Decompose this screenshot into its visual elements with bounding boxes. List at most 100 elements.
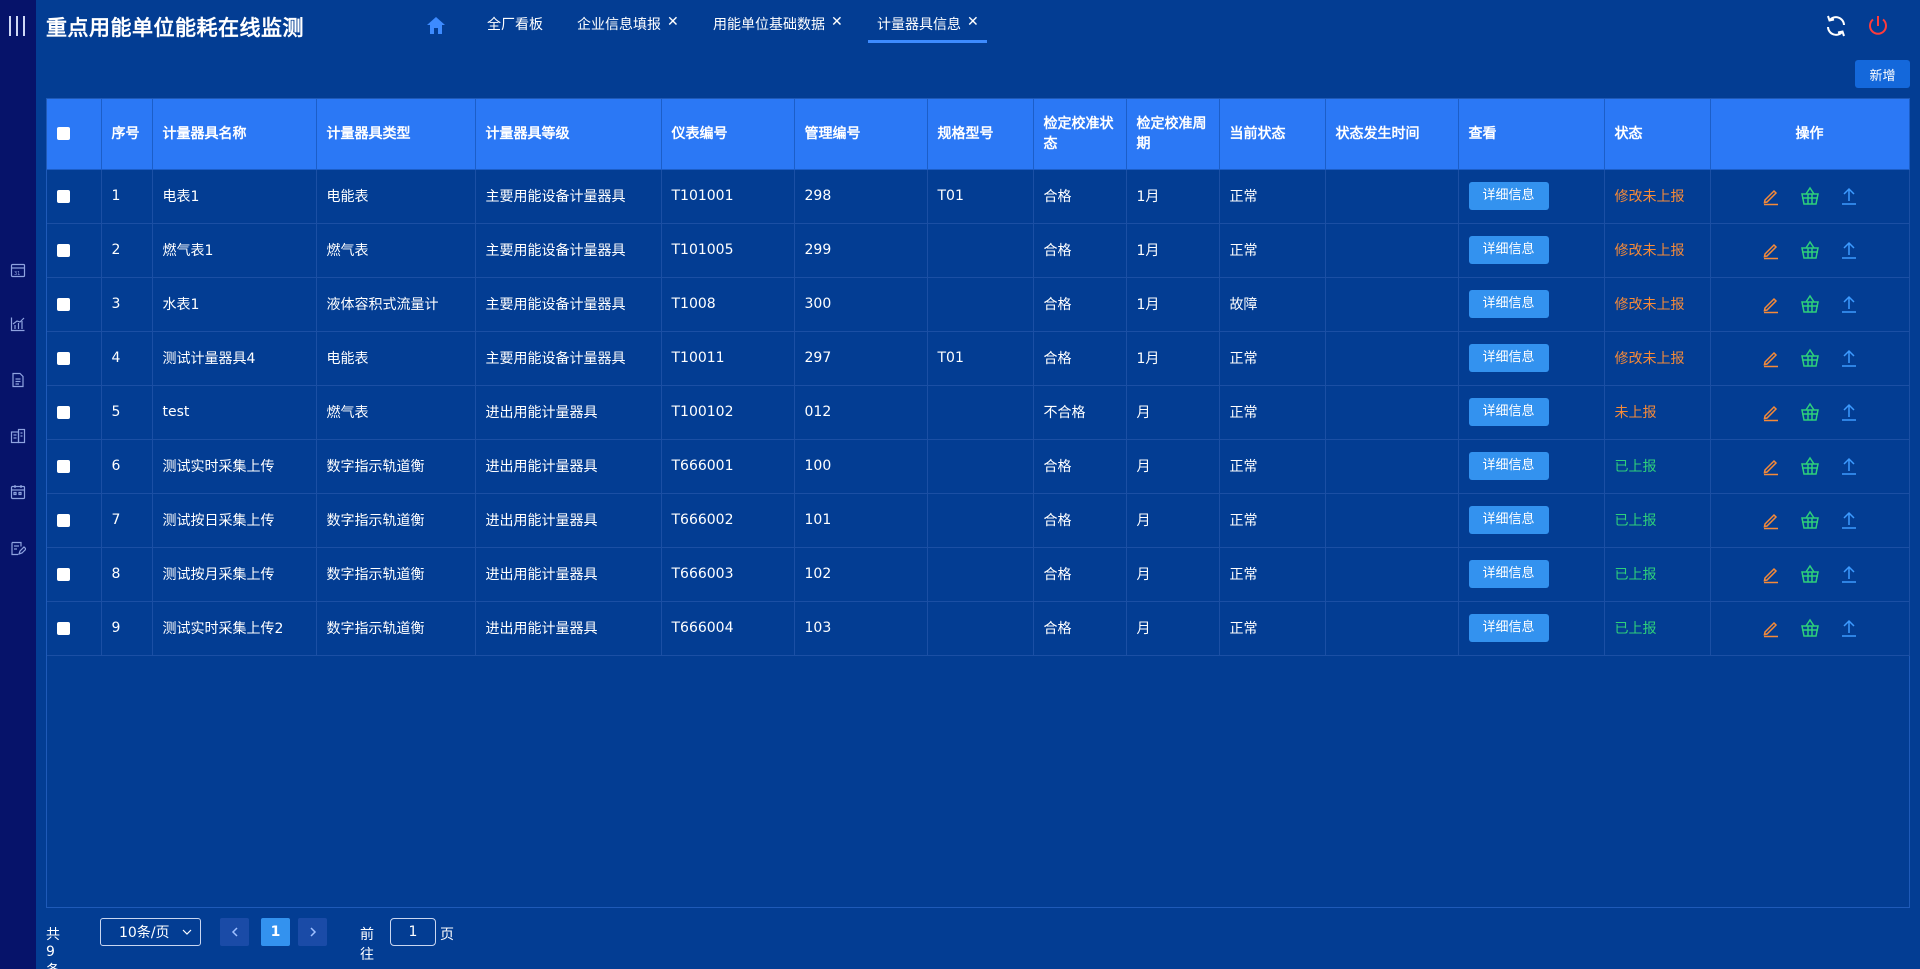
view-cell: 详细信息: [1458, 169, 1605, 224]
upload-icon[interactable]: [1839, 510, 1859, 530]
edit-icon[interactable]: [1761, 564, 1781, 584]
calendar-31-icon[interactable]: 31: [10, 262, 26, 278]
row-select-cell[interactable]: [47, 385, 102, 440]
row-checkbox[interactable]: [57, 459, 70, 473]
select-all-checkbox[interactable]: [57, 127, 70, 141]
goto-page-input[interactable]: [390, 918, 436, 946]
page-number-current[interactable]: 1: [261, 918, 290, 946]
next-page-button[interactable]: [298, 918, 327, 946]
cell-calib-status: 合格: [1033, 493, 1127, 548]
edit-icon[interactable]: [1761, 348, 1781, 368]
document-icon[interactable]: [10, 372, 26, 388]
row-checkbox[interactable]: [57, 513, 70, 527]
calendar-icon[interactable]: [10, 484, 26, 500]
edit-icon[interactable]: [1761, 456, 1781, 476]
edit-icon[interactable]: [1761, 186, 1781, 206]
row-checkbox[interactable]: [57, 189, 70, 203]
cell-name: 测试实时采集上传2: [152, 601, 317, 656]
detail-button[interactable]: 详细信息: [1468, 452, 1549, 480]
detail-button[interactable]: 详细信息: [1468, 182, 1549, 210]
basket-icon[interactable]: [1800, 348, 1820, 368]
row-select-cell[interactable]: [47, 331, 102, 386]
cell-status-time: [1325, 493, 1459, 548]
tab-enterprise-info[interactable]: 企业信息填报 ✕: [577, 14, 679, 44]
row-checkbox[interactable]: [57, 243, 70, 257]
home-icon[interactable]: [425, 15, 447, 37]
edit-note-icon[interactable]: [10, 540, 26, 556]
row-select-cell[interactable]: [47, 439, 102, 494]
cell-mgmt-no: 103: [794, 601, 928, 656]
row-select-cell[interactable]: [47, 493, 102, 548]
upload-icon[interactable]: [1839, 402, 1859, 422]
bar-chart-icon[interactable]: [10, 316, 26, 332]
table-row: 3 水表1 液体容积式流量计 主要用能设备计量器具 T1008 300 合格 1月 故障 详细信息…: [47, 277, 1910, 332]
edit-icon[interactable]: [1761, 294, 1781, 314]
basket-icon[interactable]: [1800, 618, 1820, 638]
detail-button[interactable]: 详细信息: [1468, 560, 1549, 588]
close-icon[interactable]: ✕: [667, 14, 679, 30]
tab-unit-basic-data[interactable]: 用能单位基础数据 ✕: [713, 14, 843, 44]
power-icon[interactable]: [1866, 14, 1890, 38]
table-row: 8 测试按月采集上传 数字指示轨道衡 进出用能计量器具 T666003 102 合格月正常 详…: [47, 547, 1910, 602]
cell-current-status: 正常: [1219, 547, 1326, 602]
upload-icon[interactable]: [1839, 456, 1859, 476]
basket-icon[interactable]: [1800, 564, 1820, 584]
detail-button[interactable]: 详细信息: [1468, 398, 1549, 426]
row-checkbox[interactable]: [57, 297, 70, 311]
basket-icon[interactable]: [1800, 402, 1820, 422]
row-checkbox[interactable]: [57, 351, 70, 365]
col-header: 查看: [1458, 99, 1605, 170]
tab-meter-info[interactable]: 计量器具信息 ✕: [868, 14, 987, 43]
view-cell: 详细信息: [1458, 385, 1605, 440]
edit-icon[interactable]: [1761, 402, 1781, 422]
row-select-cell[interactable]: [47, 547, 102, 602]
upload-icon[interactable]: [1839, 186, 1859, 206]
upload-icon[interactable]: [1839, 618, 1859, 638]
detail-button[interactable]: 详细信息: [1468, 614, 1549, 642]
row-select-cell[interactable]: [47, 169, 102, 224]
upload-icon[interactable]: [1839, 564, 1859, 584]
header-select-all[interactable]: [47, 99, 102, 170]
building-icon[interactable]: [10, 428, 26, 444]
row-checkbox[interactable]: [57, 567, 70, 581]
edit-icon[interactable]: [1761, 618, 1781, 638]
upload-icon[interactable]: [1839, 240, 1859, 260]
table-row: 1 电表1 电能表 主要用能设备计量器具 T101001 298 T01 合格 1月 正常 详细信息…: [47, 169, 1910, 224]
row-select-cell[interactable]: [47, 277, 102, 332]
col-header: 计量器具等级: [475, 99, 662, 170]
detail-button[interactable]: 详细信息: [1468, 506, 1549, 534]
basket-icon[interactable]: [1800, 294, 1820, 314]
row-actions: [1721, 186, 1899, 206]
row-checkbox[interactable]: [57, 621, 70, 635]
basket-icon[interactable]: [1800, 240, 1820, 260]
row-checkbox[interactable]: [57, 405, 70, 419]
close-icon[interactable]: ✕: [967, 14, 979, 30]
row-select-cell[interactable]: [47, 223, 102, 278]
tab-factory-dashboard[interactable]: 全厂看板: [487, 14, 543, 44]
detail-button[interactable]: 详细信息: [1468, 290, 1549, 318]
edit-icon[interactable]: [1761, 240, 1781, 260]
edit-icon[interactable]: [1761, 510, 1781, 530]
row-select-cell[interactable]: [47, 601, 102, 656]
close-icon[interactable]: ✕: [831, 14, 843, 30]
detail-button[interactable]: 详细信息: [1468, 344, 1549, 372]
goto-prefix: 前往: [360, 927, 374, 963]
cell-mgmt-no: 012: [794, 385, 928, 440]
prev-page-button[interactable]: [220, 918, 249, 946]
basket-icon[interactable]: [1800, 456, 1820, 476]
page-size-select[interactable]: 10条/页: [100, 918, 201, 946]
refresh-icon[interactable]: [1824, 14, 1848, 38]
add-button[interactable]: 新增: [1855, 60, 1910, 88]
menu-icon[interactable]: [9, 16, 25, 36]
sidebar-rail: 31: [0, 0, 36, 969]
basket-icon[interactable]: [1800, 186, 1820, 206]
upload-icon[interactable]: [1839, 294, 1859, 314]
basket-icon[interactable]: [1800, 510, 1820, 530]
report-status: 已上报: [1604, 547, 1711, 602]
app-title: 重点用能单位能耗在线监测: [46, 16, 304, 40]
row-actions: [1721, 510, 1899, 530]
table-row: 4 测试计量器具4 电能表 主要用能设备计量器具 T10011 297 T01 合格 1月 正常 详…: [47, 331, 1910, 386]
upload-icon[interactable]: [1839, 348, 1859, 368]
col-header: 当前状态: [1219, 99, 1326, 170]
detail-button[interactable]: 详细信息: [1468, 236, 1549, 264]
